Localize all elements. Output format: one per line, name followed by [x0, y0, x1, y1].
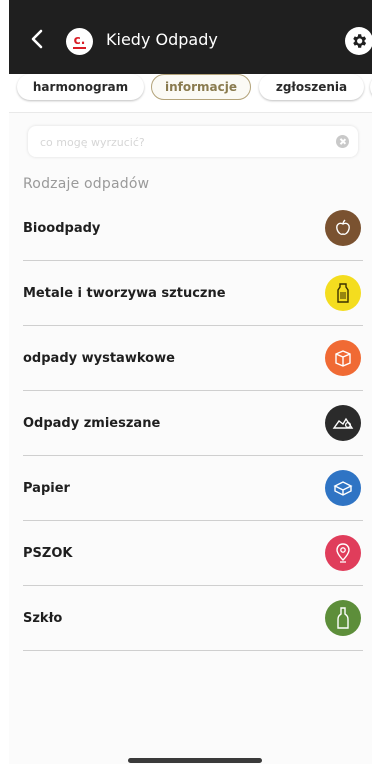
- list-item-papier[interactable]: Papier: [23, 456, 363, 521]
- list-item-label: Metale i tworzywa sztuczne: [23, 285, 226, 301]
- top-bar: c. Kiedy Odpady: [9, 0, 372, 74]
- list-item-label: Szkło: [23, 610, 63, 626]
- tab-zgloszenia[interactable]: zgłoszenia: [259, 74, 364, 100]
- settings-button[interactable]: [345, 27, 372, 55]
- list-item-label: Papier: [23, 480, 70, 496]
- list-item-label: PSZOK: [23, 545, 73, 561]
- list-item-label: Odpady zmieszane: [23, 415, 161, 431]
- list-item-szklo[interactable]: Szkło: [23, 586, 363, 651]
- search-box: [28, 126, 358, 157]
- glass-bottle-icon: [325, 600, 361, 636]
- box-icon: [325, 340, 361, 376]
- list-item-metale[interactable]: Metale i tworzywa sztuczne: [23, 261, 363, 326]
- back-arrow-icon[interactable]: [28, 27, 48, 51]
- gear-icon: [353, 34, 367, 48]
- list-item-label: Bioodpady: [23, 220, 101, 236]
- list-item-bioodpady[interactable]: Bioodpady: [23, 196, 363, 261]
- search-input[interactable]: [38, 131, 332, 153]
- bottle-icon: [325, 275, 361, 311]
- list-item-wystawkowe[interactable]: odpady wystawkowe: [23, 326, 363, 391]
- tab-harmonogram[interactable]: harmonogram: [17, 74, 144, 100]
- list-item-pszok[interactable]: PSZOK: [23, 521, 363, 586]
- list-item-label: odpady wystawkowe: [23, 350, 175, 366]
- package-icon: [325, 470, 361, 506]
- clear-icon[interactable]: [336, 135, 349, 148]
- app-logo: c.: [66, 28, 93, 55]
- list-item-zmieszane[interactable]: Odpady zmieszane: [23, 391, 363, 456]
- app-screen: c. Kiedy Odpady harmonogram informacje z…: [0, 0, 372, 764]
- section-title: Rodzaje odpadów: [23, 176, 150, 192]
- location-pin-icon: [325, 535, 361, 571]
- home-indicator: [128, 758, 262, 763]
- apple-icon: [325, 210, 361, 246]
- tab-bar: harmonogram informacje zgłoszenia: [9, 74, 372, 113]
- app-title: Kiedy Odpady: [106, 30, 218, 49]
- tab-informacje[interactable]: informacje: [151, 74, 251, 100]
- waste-type-list: Bioodpady Metale i tworzywa sztuczne odp…: [23, 196, 363, 651]
- trash-pile-icon: [325, 405, 361, 441]
- content-area: Rodzaje odpadów Bioodpady Metale i tworz…: [9, 113, 372, 764]
